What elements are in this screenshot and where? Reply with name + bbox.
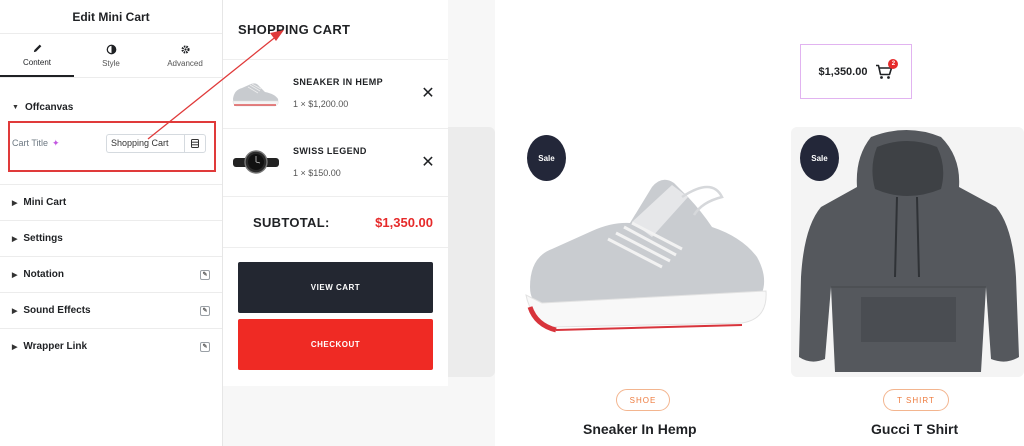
mini-cart-amount: $1,350.00: [818, 65, 868, 78]
tab-style-label: Style: [102, 58, 120, 68]
tab-advanced-label: Advanced: [167, 58, 203, 68]
editor-tabs: Content Style Advanced: [0, 34, 222, 78]
mini-cart-widget[interactable]: $1,350.00 2: [800, 44, 912, 99]
section-settings[interactable]: ▶ Settings: [0, 220, 222, 256]
section-label: Wrapper Link: [23, 341, 88, 352]
view-cart-button[interactable]: VIEW CART: [238, 262, 433, 313]
sale-badge: Sale: [800, 135, 839, 181]
half-circle-icon: [106, 44, 116, 54]
cart-item-quantity: 1 × $150.00: [293, 167, 341, 178]
section-label: Settings: [23, 233, 63, 244]
section-label: Notation: [23, 269, 64, 280]
caret-down-icon: ▼: [12, 103, 19, 111]
cart-subtotal: SUBTOTAL: $1,350.00: [223, 196, 448, 248]
caret-right-icon: ▶: [12, 271, 18, 279]
cart-title-input[interactable]: [106, 133, 184, 153]
product-card-shoe[interactable]: Sale: [512, 127, 778, 377]
section-offcanvas-header[interactable]: ▼ Offcanvas: [12, 92, 210, 122]
sneaker-image: [232, 82, 279, 106]
section-mini-cart[interactable]: ▶ Mini Cart: [0, 184, 222, 220]
caret-right-icon: ▶: [12, 307, 18, 315]
ai-sparkle-icon[interactable]: ✦: [52, 138, 60, 149]
cart-item-name[interactable]: SNEAKER IN HEMP: [293, 77, 414, 87]
section-offcanvas-label: Offcanvas: [24, 101, 74, 113]
section-wrapper-link[interactable]: ▶ Wrapper Link ✎: [0, 328, 222, 364]
section-label: Mini Cart: [23, 197, 67, 208]
cart-item-name[interactable]: SWISS LEGEND: [293, 146, 414, 156]
section-label: Sound Effects: [23, 305, 91, 316]
caret-right-icon: ▶: [12, 235, 18, 243]
dynamic-tags-button[interactable]: [184, 133, 206, 153]
tab-content[interactable]: Content: [0, 34, 74, 77]
section-notation[interactable]: ▶ Notation ✎: [0, 256, 222, 292]
panel-title: Edit Mini Cart: [0, 0, 222, 34]
watch-image: [233, 149, 279, 174]
sale-badge: Sale: [527, 135, 566, 181]
cart-count-badge: 2: [888, 58, 899, 69]
pencil-icon: [33, 44, 41, 52]
cart-item-info: SNEAKER IN HEMP 1 × $1,200.00: [293, 77, 414, 109]
tab-advanced[interactable]: Advanced: [148, 34, 222, 77]
gear-icon: [180, 44, 190, 54]
product-thumbnail[interactable]: [223, 129, 289, 195]
subtotal-label: SUBTOTAL:: [253, 214, 330, 230]
tab-style[interactable]: Style: [74, 34, 148, 77]
product-name-hoodie[interactable]: Gucci T Shirt: [871, 421, 958, 437]
cart-item-quantity: 1 × $1,200.00: [293, 98, 349, 109]
remove-item-button[interactable]: ✕: [414, 152, 442, 172]
pro-icon: ✎: [200, 269, 210, 280]
product-thumbnail[interactable]: [223, 60, 289, 126]
cart-item: SNEAKER IN HEMP 1 × $1,200.00 ✕: [223, 59, 448, 125]
cart-item: SWISS LEGEND 1 × $150.00 ✕: [223, 128, 448, 194]
cart-icon: 2: [875, 58, 899, 80]
remove-item-button[interactable]: ✕: [414, 83, 442, 103]
product-name-shoe[interactable]: Sneaker In Hemp: [583, 421, 697, 437]
section-sound-effects[interactable]: ▶ Sound Effects ✎: [0, 292, 222, 328]
offcanvas-cart: SHOPPING CART SNEAKER IN HEMP 1 × $1,200…: [223, 0, 448, 386]
tab-content-label: Content: [22, 57, 52, 67]
section-offcanvas: ▼ Offcanvas: [0, 92, 222, 122]
product-card-hoodie[interactable]: Sale: [791, 127, 1024, 377]
database-icon: [191, 138, 199, 148]
cart-title: SHOPPING CART: [238, 22, 351, 37]
pro-icon: ✎: [200, 305, 210, 316]
page: Edit Mini Cart Content Style Advanced ▼ …: [0, 0, 1024, 446]
cart-title-label-text: Cart Title: [12, 138, 49, 148]
section-list: ▶ Mini Cart ▶ Settings ▶ Notation ✎ ▶ Sound …: [0, 184, 222, 364]
pro-icon: ✎: [200, 341, 210, 352]
caret-right-icon: ▶: [12, 199, 18, 207]
caret-right-icon: ▶: [12, 343, 18, 351]
cart-title-label: Cart Title ✦: [12, 138, 106, 149]
cart-item-info: SWISS LEGEND 1 × $150.00: [293, 146, 414, 178]
subtotal-value: $1,350.00: [375, 214, 433, 230]
editor-panel: Edit Mini Cart Content Style Advanced ▼ …: [0, 0, 223, 446]
cart-title-control: Cart Title ✦: [12, 133, 212, 153]
category-pill-shoe[interactable]: SHOE: [616, 389, 670, 411]
checkout-button[interactable]: CHECKOUT: [238, 319, 433, 370]
category-pill-tshirt[interactable]: T SHIRT: [883, 389, 949, 411]
